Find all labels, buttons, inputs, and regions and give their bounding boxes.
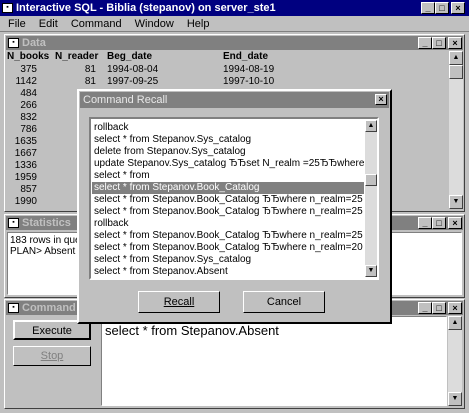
command-window-title: Command — [22, 302, 76, 314]
cell-beg-date: 1994-08-04 — [107, 64, 159, 75]
cell-n-reader: 81 — [84, 64, 96, 75]
cell-n-books: 1635 — [14, 136, 37, 147]
command-recall-dialog: Command Recall × rollback select * from S… — [77, 89, 392, 324]
cell-beg-date: 1997-09-25 — [107, 76, 159, 87]
menu-command[interactable]: Command — [71, 18, 122, 30]
list-item[interactable]: rollback — [92, 122, 364, 134]
menu-file[interactable]: File — [8, 18, 26, 30]
list-item[interactable]: delete from Stepanov.Sys_catalog — [92, 146, 364, 158]
menu-window[interactable]: Window — [135, 18, 174, 30]
cell-n-books: 1990 — [14, 196, 37, 207]
list-item[interactable]: select * from Stepanov.Sys_catalog — [92, 254, 364, 266]
app-maximize-button[interactable]: □ — [435, 2, 449, 14]
history-scroll-up-button[interactable]: ▲ — [365, 120, 377, 132]
statistics-window-system-icon[interactable]: ▪ — [8, 218, 19, 228]
list-item[interactable]: select * from Stepanov.Book_Catalog — [92, 182, 364, 194]
cell-end-date: 1997-10-10 — [223, 76, 275, 87]
app-system-menu-icon[interactable]: ▪ — [2, 3, 13, 13]
data-window-title: Data — [22, 37, 46, 49]
column-header-n-reader[interactable]: N_reader — [55, 51, 98, 63]
statistics-close-button[interactable]: × — [448, 217, 462, 229]
app-title-bar[interactable]: ▪ Interactive SQL - Biblia (stepanov) on… — [0, 0, 469, 16]
cell-n-books: 1959 — [14, 172, 37, 183]
recall-button[interactable]: Recall — [138, 291, 220, 313]
data-window-system-icon[interactable]: ▪ — [8, 38, 19, 48]
close-icon: × — [378, 94, 384, 104]
list-item[interactable]: select * from Stepanov.Sys_catalog — [92, 134, 364, 146]
recall-button-label: Recall — [163, 296, 195, 308]
column-header-beg-date[interactable]: Beg_date — [107, 51, 152, 63]
command-minimize-button[interactable]: _ — [418, 302, 432, 314]
list-item[interactable]: select * from Stepanov.Book_Catalog ЂЂwh… — [92, 242, 364, 254]
list-item[interactable]: select * from Stepanov.Book_Catalog ЂЂwh… — [92, 206, 364, 218]
dialog-close-button[interactable]: × — [375, 94, 387, 105]
dialog-title-bar[interactable]: Command Recall — [80, 92, 389, 108]
menu-bar: File Edit Command Window Help — [8, 17, 219, 31]
data-vertical-scrollbar[interactable]: ▲ ▼ — [449, 51, 463, 209]
cancel-button[interactable]: Cancel — [243, 291, 325, 313]
history-scroll-thumb[interactable] — [365, 174, 377, 186]
list-item[interactable]: rollback — [92, 218, 364, 230]
stop-button-label: Stop — [40, 350, 64, 362]
data-grid-header: N_books N_reader Beg_date End_date — [6, 51, 446, 63]
app-minimize-button[interactable]: _ — [421, 2, 435, 14]
command-vertical-scrollbar[interactable]: ▲ ▼ — [448, 316, 462, 406]
column-header-n-books[interactable]: N_books — [7, 51, 49, 63]
dialog-title: Command Recall — [83, 94, 168, 106]
data-close-button[interactable]: × — [448, 37, 462, 49]
menu-edit[interactable]: Edit — [39, 18, 58, 30]
statistics-maximize-button[interactable]: □ — [432, 217, 446, 229]
data-minimize-button[interactable]: _ — [418, 37, 432, 49]
data-window-title-bar[interactable]: ▪ Data — [6, 36, 463, 50]
execute-button-label: Execute — [32, 325, 72, 337]
cell-n-books: 484 — [20, 88, 37, 99]
app-close-button[interactable]: × — [451, 2, 465, 14]
cell-end-date: 1994-08-19 — [223, 64, 275, 75]
cell-n-books: 1336 — [14, 160, 37, 171]
cell-n-books: 1667 — [14, 148, 37, 159]
table-row[interactable]: 1142 81 1997-09-25 1997-10-10 — [6, 76, 446, 88]
command-maximize-button[interactable]: □ — [432, 302, 446, 314]
cell-n-books: 786 — [20, 124, 37, 135]
app-title: Interactive SQL - Biblia (stepanov) on s… — [16, 2, 276, 14]
column-header-end-date[interactable]: End_date — [223, 51, 268, 63]
command-window-system-icon[interactable]: ▪ — [8, 303, 19, 313]
command-editor[interactable]: select * from Stepanov.Absent — [101, 316, 447, 406]
list-item[interactable]: select * from Stepanov.Book_Catalog ЂЂwh… — [92, 194, 364, 206]
data-scroll-up-button[interactable]: ▲ — [449, 51, 463, 65]
history-scroll-down-button[interactable]: ▼ — [365, 265, 377, 277]
cell-n-books: 857 — [20, 184, 37, 195]
cell-n-books: 375 — [20, 64, 37, 75]
menu-bar-divider — [0, 31, 469, 32]
command-history-list[interactable]: rollback select * from Stepanov.Sys_catal… — [89, 117, 379, 280]
cell-n-books: 266 — [20, 100, 37, 111]
data-scroll-thumb[interactable] — [449, 65, 463, 79]
data-scroll-down-button[interactable]: ▼ — [449, 195, 463, 209]
cell-n-books: 1142 — [15, 76, 37, 87]
statistics-window-title: Statistics — [22, 217, 71, 229]
list-item[interactable]: select * from — [92, 170, 364, 182]
list-item[interactable]: select * from Stepanov.Book_Catalog ЂЂwh… — [92, 230, 364, 242]
history-vertical-scrollbar[interactable]: ▲ ▼ — [365, 120, 377, 277]
list-item[interactable]: select * from Stepanov.Absent — [92, 266, 364, 278]
cancel-button-label: Cancel — [266, 296, 302, 308]
menu-help[interactable]: Help — [187, 18, 210, 30]
command-scroll-up-button[interactable]: ▲ — [448, 316, 462, 330]
command-text: select * from Stepanov.Absent — [105, 323, 279, 338]
data-maximize-button[interactable]: □ — [432, 37, 446, 49]
command-close-button[interactable]: × — [448, 302, 462, 314]
cell-n-books: 832 — [20, 112, 37, 123]
cell-n-reader: 81 — [84, 76, 96, 87]
stop-button[interactable]: Stop — [13, 346, 91, 366]
table-row[interactable]: 375 81 1994-08-04 1994-08-19 — [6, 64, 446, 76]
statistics-minimize-button[interactable]: _ — [418, 217, 432, 229]
command-history-items: rollback select * from Stepanov.Sys_catal… — [92, 122, 364, 278]
command-scroll-down-button[interactable]: ▼ — [448, 392, 462, 406]
list-item[interactable]: update Stepanov.Sys_catalog ЂЂset N_real… — [92, 158, 364, 170]
